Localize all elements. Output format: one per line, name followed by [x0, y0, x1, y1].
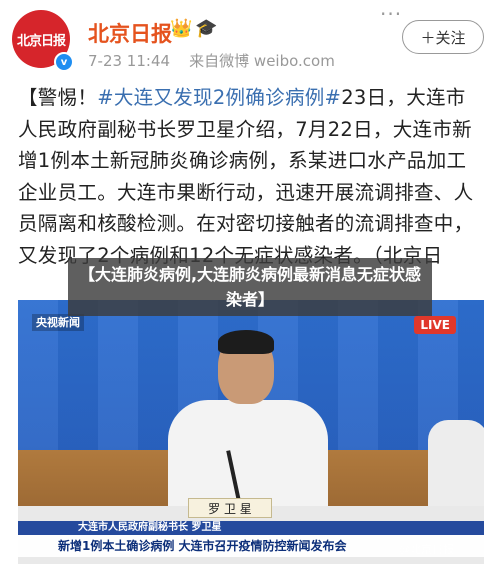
channel-logo: 央视新闻 [32, 314, 84, 331]
video-frame[interactable]: 央视新闻 LIVE 罗 卫 星 大连市人民政府副秘书长 罗卫星 新增1例本土确诊… [18, 300, 484, 564]
speaker-hair [218, 330, 274, 354]
crown-badge-icon: 👑 [170, 18, 193, 39]
follow-button[interactable]: ＋关注 [402, 20, 484, 54]
weibo-watermark: @北京日报 [399, 543, 454, 556]
account-name[interactable]: 北京日报 [88, 18, 172, 48]
account-badges: 👑 🎓 [170, 18, 218, 40]
more-options-icon[interactable]: ··· [380, 2, 402, 26]
verified-icon: v [54, 52, 74, 72]
avatar-label: 北京日报 [16, 33, 66, 49]
post-alert: 【警惕！ [18, 86, 98, 109]
post-header: 北京日报 v 北京日报 👑 🎓 7-23 11:44 来自微博 weibo.co… [0, 0, 500, 78]
hashtag-link[interactable]: #大连又发现2例确诊病例# [97, 86, 341, 109]
lower-third-top: 大连市人民政府副秘书长 罗卫星 [18, 521, 484, 535]
graduation-cap-icon: 🎓 [195, 18, 218, 39]
post-source: 来自微博 weibo.com [189, 52, 335, 70]
post-time: 7-23 11:44 [88, 52, 171, 70]
live-badge: LIVE [414, 316, 456, 334]
post-meta: 7-23 11:44 来自微博 weibo.com [88, 50, 335, 71]
post-body: 23日，大连市人民政府副秘书长罗卫星介绍，7月22日，大连市新增1例本土新冠肺炎… [18, 86, 474, 267]
post-text: 【警惕！#大连又发现2例确诊病例#23日，大连市人民政府副秘书长罗卫星介绍，7月… [18, 82, 484, 271]
nameplate: 罗 卫 星 [188, 498, 272, 518]
overlay-caption: 【大连肺炎病例,大连肺炎病例最新消息无症状感染者】 [68, 258, 432, 316]
